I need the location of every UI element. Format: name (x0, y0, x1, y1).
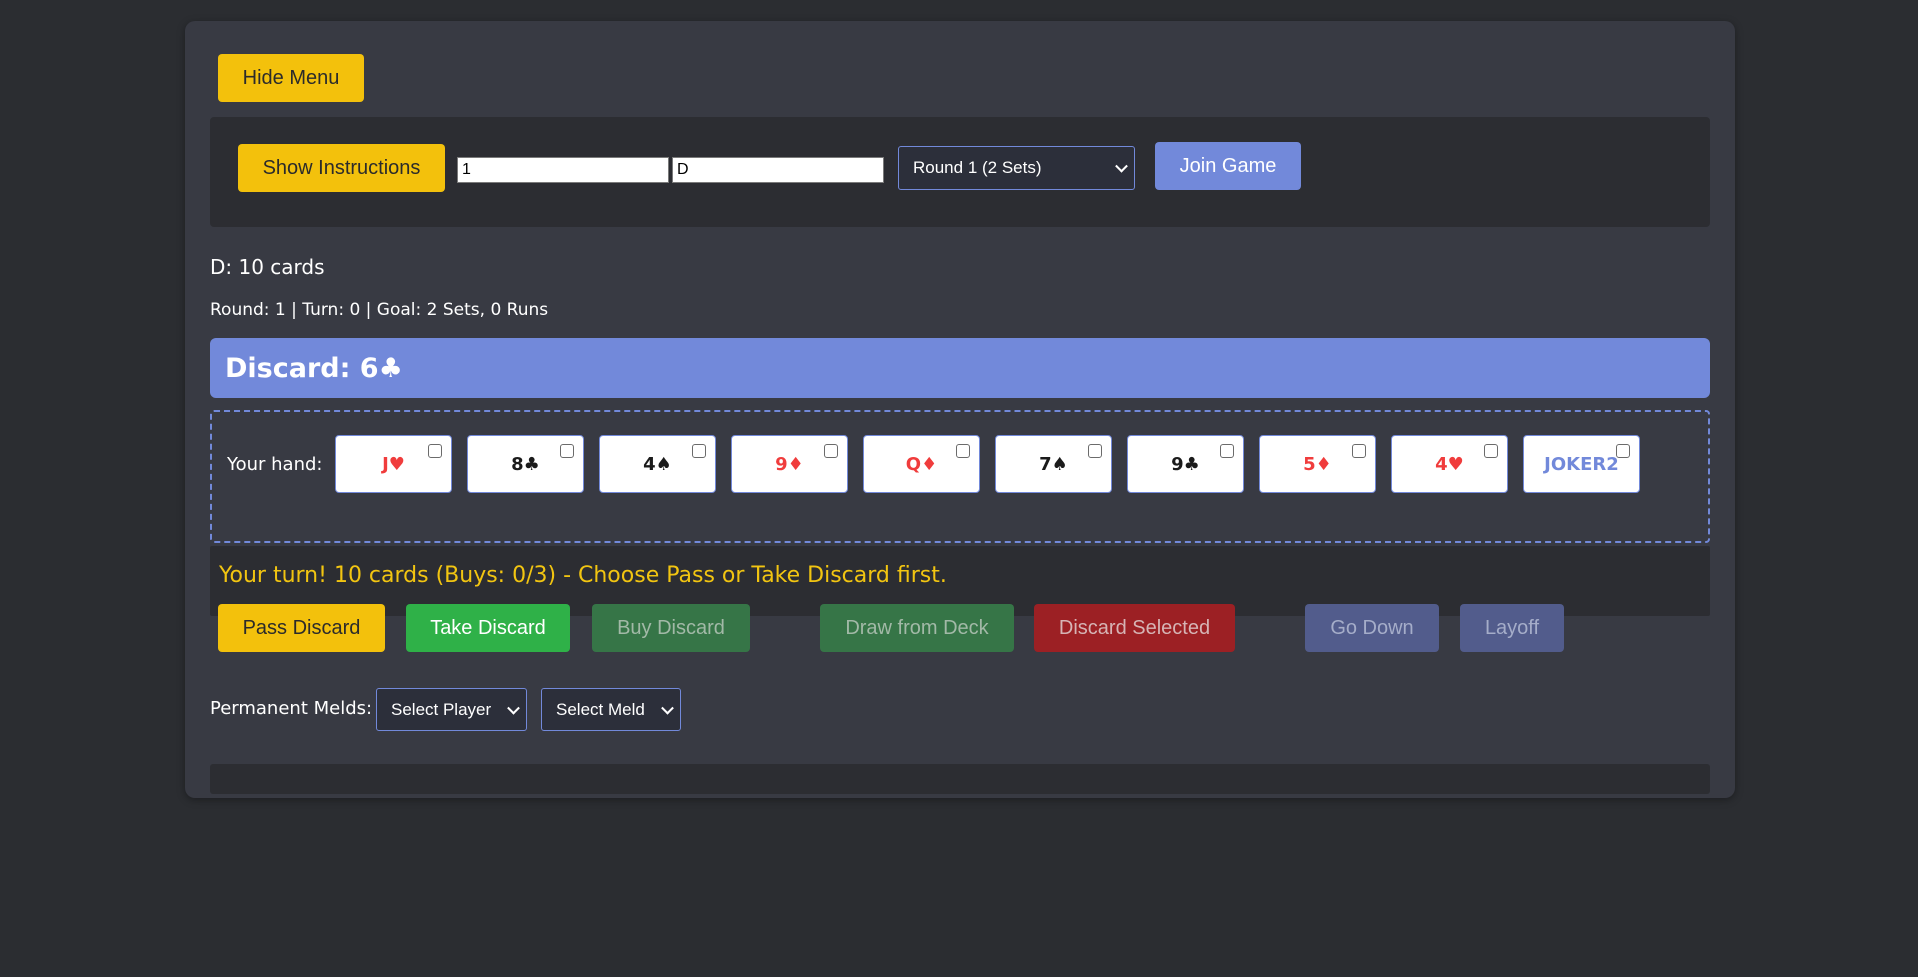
player-select[interactable]: Select Player (376, 688, 527, 731)
go-down-button[interactable]: Go Down (1305, 604, 1439, 652)
discard-label: Discard: 6♣ (225, 352, 403, 384)
card-label: 7♠ (1039, 453, 1068, 475)
card-label: 9♣ (1171, 453, 1200, 475)
hide-menu-button[interactable]: Hide Menu (218, 54, 364, 102)
card-select-checkbox[interactable] (428, 444, 442, 458)
card-select-checkbox[interactable] (560, 444, 574, 458)
melds-display (210, 764, 1710, 794)
card-label: JOKER2 (1544, 453, 1619, 475)
chevron-down-icon (1115, 159, 1128, 173)
player-name-input[interactable] (672, 157, 884, 183)
round-select-value: Round 1 (2 Sets) (913, 158, 1042, 177)
hand-card[interactable]: 4♥ (1391, 435, 1508, 493)
setup-panel: Show Instructions Round 1 (2 Sets) Join … (210, 117, 1710, 227)
player-card-count: D: 10 cards (210, 255, 325, 279)
card-select-checkbox[interactable] (1484, 444, 1498, 458)
round-select[interactable]: Round 1 (2 Sets) (898, 146, 1135, 190)
card-label: 4♥ (1435, 453, 1464, 475)
game-container: Hide Menu Show Instructions Round 1 (2 S… (185, 21, 1735, 798)
hand-area: Your hand: J♥ 8♣ 4♠ 9♦ Q♦ 7♠ 9♣ 5♦ 4♥ JOKER2 (210, 410, 1710, 543)
take-discard-button[interactable]: Take Discard (406, 604, 570, 652)
meld-select[interactable]: Select Meld (541, 688, 681, 731)
card-label: 8♣ (511, 453, 540, 475)
card-select-checkbox[interactable] (1220, 444, 1234, 458)
hand-card[interactable]: Q♦ (863, 435, 980, 493)
chevron-down-icon (661, 701, 674, 715)
card-select-checkbox[interactable] (692, 444, 706, 458)
meld-select-value: Select Meld (556, 699, 645, 719)
card-select-checkbox[interactable] (956, 444, 970, 458)
game-status: Round: 1 | Turn: 0 | Goal: 2 Sets, 0 Run… (210, 300, 549, 320)
turn-message: Your turn! 10 cards (Buys: 0/3) - Choose… (219, 563, 947, 588)
hand-card[interactable]: 8♣ (467, 435, 584, 493)
layoff-button[interactable]: Layoff (1460, 604, 1564, 652)
card-label: 5♦ (1303, 453, 1332, 475)
card-label: 9♦ (775, 453, 804, 475)
card-select-checkbox[interactable] (1088, 444, 1102, 458)
hand-label: Your hand: (227, 454, 323, 475)
discard-pile[interactable]: Discard: 6♣ (210, 338, 1710, 398)
show-instructions-button[interactable]: Show Instructions (238, 144, 445, 192)
permanent-melds-label: Permanent Melds: (210, 698, 373, 719)
pass-discard-button[interactable]: Pass Discard (218, 604, 385, 652)
buy-discard-button[interactable]: Buy Discard (592, 604, 750, 652)
card-label: 4♠ (643, 453, 672, 475)
card-select-checkbox[interactable] (824, 444, 838, 458)
hand-card[interactable]: 7♠ (995, 435, 1112, 493)
draw-from-deck-button[interactable]: Draw from Deck (820, 604, 1014, 652)
card-select-checkbox[interactable] (1352, 444, 1366, 458)
discard-selected-button[interactable]: Discard Selected (1034, 604, 1235, 652)
chevron-down-icon (507, 701, 520, 715)
card-label: J♥ (382, 453, 405, 475)
join-game-button[interactable]: Join Game (1155, 142, 1301, 190)
hand-card[interactable]: 9♣ (1127, 435, 1244, 493)
hand-card[interactable]: 4♠ (599, 435, 716, 493)
hand-card[interactable]: 9♦ (731, 435, 848, 493)
player-select-value: Select Player (391, 699, 492, 719)
hand-card[interactable]: JOKER2 (1523, 435, 1640, 493)
hand-card[interactable]: 5♦ (1259, 435, 1376, 493)
card-select-checkbox[interactable] (1616, 444, 1630, 458)
room-id-input[interactable] (457, 157, 669, 183)
hand-card[interactable]: J♥ (335, 435, 452, 493)
card-label: Q♦ (905, 453, 938, 475)
